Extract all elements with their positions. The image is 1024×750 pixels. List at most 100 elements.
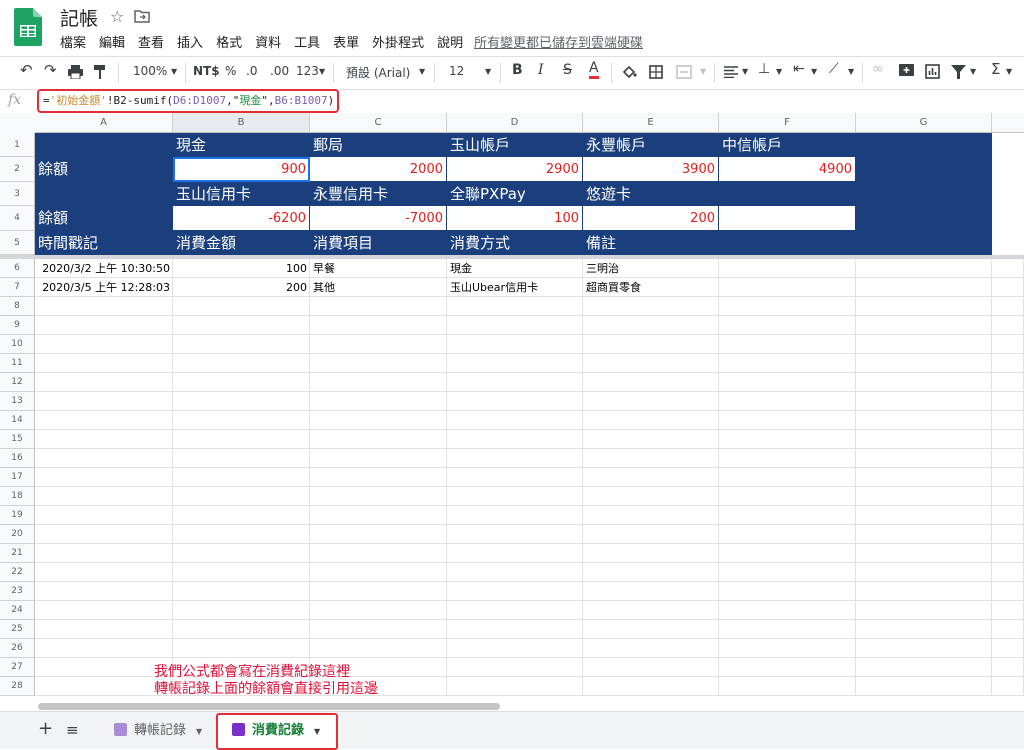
menu-form[interactable]: 表單 xyxy=(333,32,359,51)
text-wrap-icon[interactable]: ⇤ xyxy=(793,61,805,77)
cell-e4[interactable]: 200 xyxy=(583,206,719,231)
cell-b2-selected[interactable]: 900 xyxy=(173,157,310,182)
grid-cell[interactable] xyxy=(310,449,447,468)
redo-icon[interactable]: ↷ xyxy=(44,61,57,79)
grid-cell[interactable] xyxy=(992,601,1024,620)
grid-cell[interactable] xyxy=(583,316,719,335)
grid-cell[interactable] xyxy=(447,430,583,449)
align-vertical-icon[interactable]: ⊥ xyxy=(758,61,770,77)
grid-cell[interactable] xyxy=(719,411,856,430)
grid-cell[interactable] xyxy=(583,544,719,563)
grid-cell[interactable] xyxy=(719,582,856,601)
row-header[interactable]: 19 xyxy=(0,506,35,525)
grid-cell[interactable] xyxy=(583,658,719,677)
chart-icon[interactable] xyxy=(925,64,940,79)
cell-d3[interactable]: 全聯PXPay xyxy=(447,182,583,206)
grid-cell[interactable] xyxy=(447,658,583,677)
grid-cell[interactable] xyxy=(856,278,992,297)
chevron-down-icon[interactable]: ▼ xyxy=(970,67,976,76)
grid-cell[interactable] xyxy=(173,449,310,468)
row-header[interactable]: 27 xyxy=(0,658,35,677)
align-horizontal-icon[interactable] xyxy=(724,66,738,78)
row-header[interactable]: 28 xyxy=(0,677,35,696)
cell-a1[interactable] xyxy=(35,133,173,157)
row-header[interactable]: 14 xyxy=(0,411,35,430)
cell-c2[interactable]: 2000 xyxy=(310,157,447,182)
cell-g5[interactable] xyxy=(856,231,992,255)
grid-cell[interactable] xyxy=(310,411,447,430)
grid-cell[interactable] xyxy=(583,411,719,430)
grid-cell[interactable] xyxy=(856,677,992,696)
grid-cell[interactable] xyxy=(173,601,310,620)
cell-g1[interactable] xyxy=(856,133,992,157)
grid-cell[interactable] xyxy=(719,639,856,658)
cell-e2[interactable]: 3900 xyxy=(583,157,719,182)
grid-cell[interactable] xyxy=(992,278,1024,297)
grid-cell[interactable] xyxy=(310,297,447,316)
grid-cell[interactable] xyxy=(447,335,583,354)
grid-cell[interactable] xyxy=(35,392,173,411)
grid-cell[interactable] xyxy=(310,639,447,658)
cell-b6[interactable]: 100 xyxy=(173,259,310,278)
grid-cell[interactable] xyxy=(173,430,310,449)
cell-b1[interactable]: 現金 xyxy=(173,133,310,157)
grid-cell[interactable] xyxy=(35,468,173,487)
chevron-down-icon[interactable]: ▼ xyxy=(848,67,854,76)
cell-f2[interactable]: 4900 xyxy=(719,157,856,182)
row-header[interactable]: 13 xyxy=(0,392,35,411)
grid-cell[interactable] xyxy=(719,601,856,620)
cell-f5[interactable] xyxy=(719,231,856,255)
grid-cell[interactable] xyxy=(173,411,310,430)
cell-g2[interactable] xyxy=(856,157,992,182)
undo-icon[interactable]: ↶ xyxy=(20,61,33,79)
grid-cell[interactable] xyxy=(992,677,1024,696)
grid-cell[interactable] xyxy=(719,430,856,449)
grid-cell[interactable] xyxy=(35,544,173,563)
grid-cell[interactable] xyxy=(856,639,992,658)
grid-cell[interactable] xyxy=(856,335,992,354)
cell-c3[interactable]: 永豐信用卡 xyxy=(310,182,447,206)
menu-help[interactable]: 說明 xyxy=(437,32,463,51)
grid-cell[interactable] xyxy=(992,468,1024,487)
grid-cell[interactable] xyxy=(35,449,173,468)
cell-b3[interactable]: 玉山信用卡 xyxy=(173,182,310,206)
grid-cell[interactable] xyxy=(719,316,856,335)
grid-cell[interactable] xyxy=(992,411,1024,430)
column-header-b[interactable]: B xyxy=(173,113,310,133)
grid-cell[interactable] xyxy=(856,449,992,468)
row-header[interactable]: 5 xyxy=(0,231,35,255)
font-size-select[interactable]: 12 xyxy=(449,64,464,78)
grid-cell[interactable] xyxy=(719,278,856,297)
cell-e7[interactable]: 超商買零食 xyxy=(583,278,719,297)
grid-cell[interactable] xyxy=(173,354,310,373)
comment-icon[interactable] xyxy=(899,64,914,79)
grid-cell[interactable] xyxy=(856,563,992,582)
grid-cell[interactable] xyxy=(310,620,447,639)
row-header[interactable]: 21 xyxy=(0,544,35,563)
chevron-down-icon[interactable]: ▼ xyxy=(1006,67,1012,76)
menu-tools[interactable]: 工具 xyxy=(294,32,320,51)
row-header[interactable]: 2 xyxy=(0,157,35,182)
grid-cell[interactable] xyxy=(719,468,856,487)
grid-cell[interactable] xyxy=(310,582,447,601)
grid-cell[interactable] xyxy=(719,525,856,544)
grid-cell[interactable] xyxy=(173,544,310,563)
cell-b7[interactable]: 200 xyxy=(173,278,310,297)
grid-cell[interactable] xyxy=(992,525,1024,544)
column-header-c[interactable]: C xyxy=(310,113,447,133)
cell-g3[interactable] xyxy=(856,182,992,206)
grid-cell[interactable] xyxy=(583,392,719,411)
cell-e5[interactable]: 備註 xyxy=(583,231,719,255)
save-status[interactable]: 所有變更都已儲存到雲端硬碟 xyxy=(474,32,643,51)
grid-cell[interactable] xyxy=(992,297,1024,316)
select-all-corner[interactable] xyxy=(0,113,36,134)
cell-c7[interactable]: 其他 xyxy=(310,278,447,297)
grid-cell[interactable] xyxy=(719,658,856,677)
grid-cell[interactable] xyxy=(173,639,310,658)
grid-cell[interactable] xyxy=(447,601,583,620)
grid-cell[interactable] xyxy=(583,430,719,449)
grid-cell[interactable] xyxy=(583,335,719,354)
fill-color-icon[interactable] xyxy=(622,65,637,79)
italic-button[interactable]: I xyxy=(538,62,544,78)
grid-cell[interactable] xyxy=(35,525,173,544)
